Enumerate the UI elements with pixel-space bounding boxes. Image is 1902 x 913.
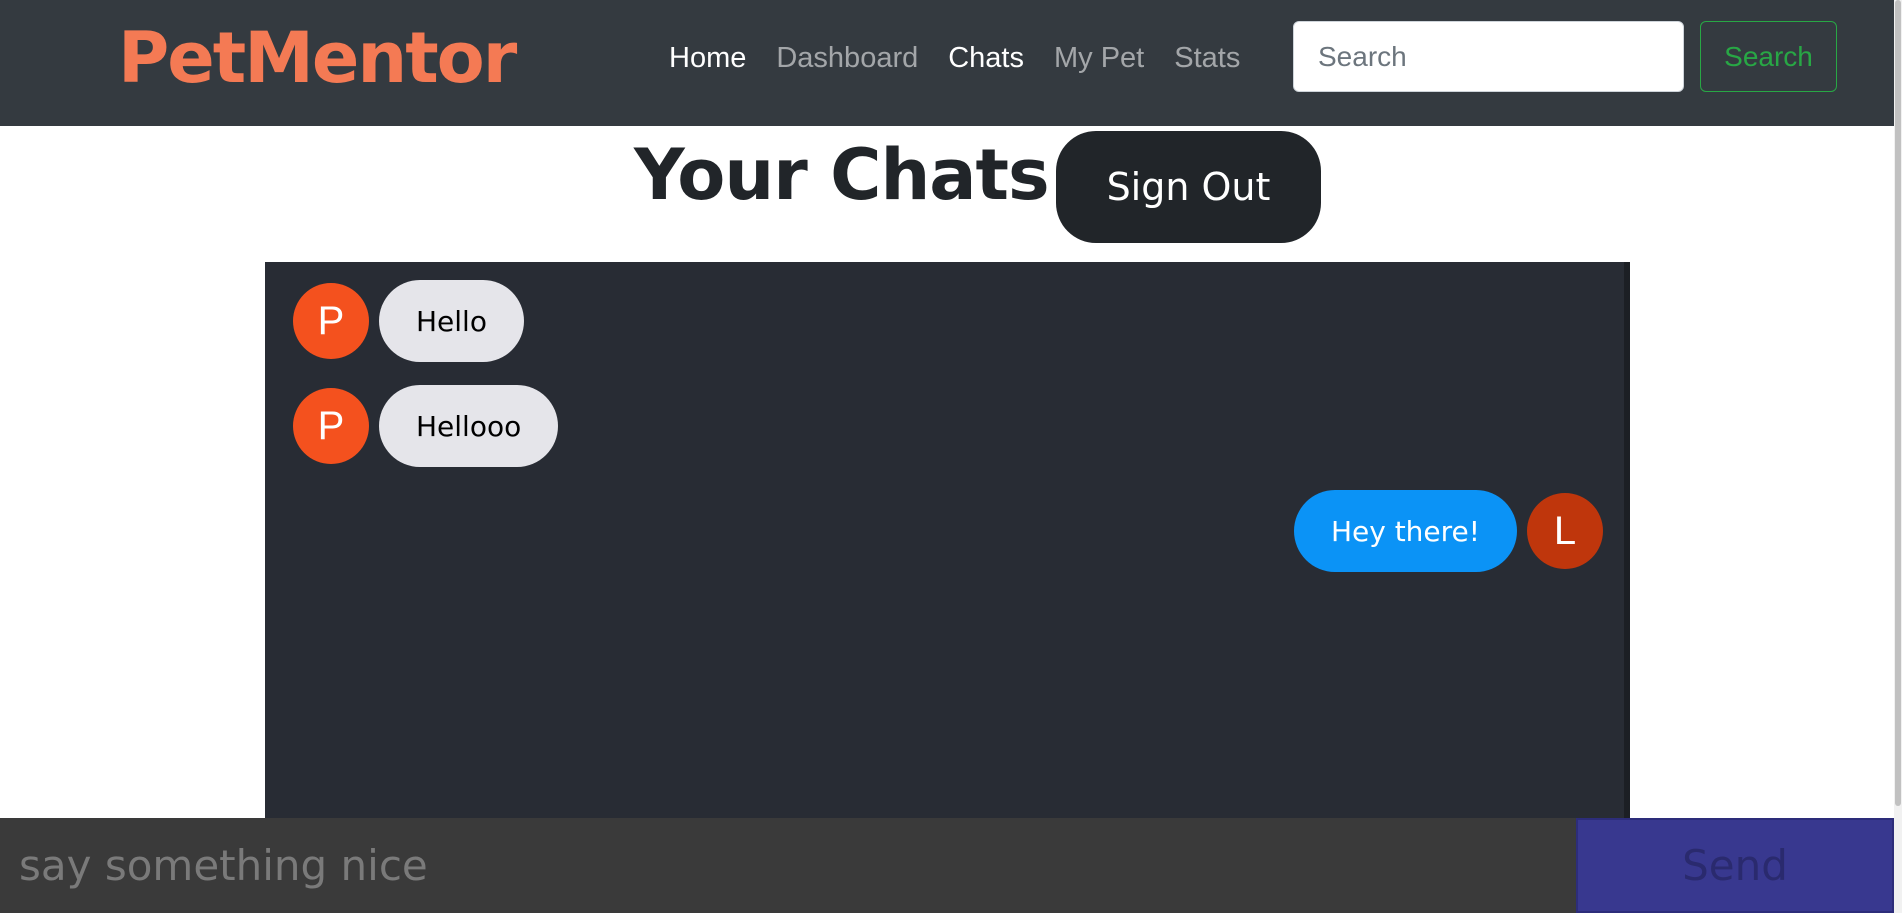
chat-message-received: P Hello (293, 280, 524, 362)
chat-panel[interactable]: P Hello P Hellooo Hey there! L (265, 262, 1630, 818)
nav-link-chats[interactable]: Chats (933, 37, 1039, 79)
message-composer: Send (0, 818, 1894, 913)
nav-links: Home Dashboard Chats My Pet Stats (654, 37, 1255, 79)
page-title: Your Chats (634, 134, 1050, 216)
message-bubble: Hey there! (1293, 490, 1517, 572)
avatar: P (293, 388, 369, 464)
search-button[interactable]: Search (1700, 21, 1837, 92)
nav-link-stats[interactable]: Stats (1159, 37, 1255, 79)
brand-logo[interactable]: PetMentor (118, 18, 517, 98)
nav-link-my-pet[interactable]: My Pet (1039, 37, 1159, 79)
avatar: L (1527, 493, 1603, 569)
chat-message-received: P Hellooo (293, 385, 559, 467)
top-navbar: PetMentor Home Dashboard Chats My Pet St… (0, 0, 1894, 126)
nav-link-home[interactable]: Home (654, 37, 761, 79)
nav-link-dashboard[interactable]: Dashboard (761, 37, 933, 79)
message-bubble: Hello (379, 280, 524, 362)
scrollbar-thumb[interactable] (1895, 0, 1901, 806)
chat-message-sent: Hey there! L (1293, 490, 1603, 572)
sign-out-button[interactable]: Sign Out (1056, 131, 1321, 243)
chat-panel-scrollbar[interactable] (1624, 262, 1630, 818)
avatar: P (293, 283, 369, 359)
search-input[interactable] (1293, 21, 1684, 92)
message-input[interactable] (0, 818, 1576, 913)
page-scrollbar[interactable] (1894, 0, 1902, 913)
message-bubble: Hellooo (379, 385, 559, 467)
send-button[interactable]: Send (1576, 818, 1894, 913)
